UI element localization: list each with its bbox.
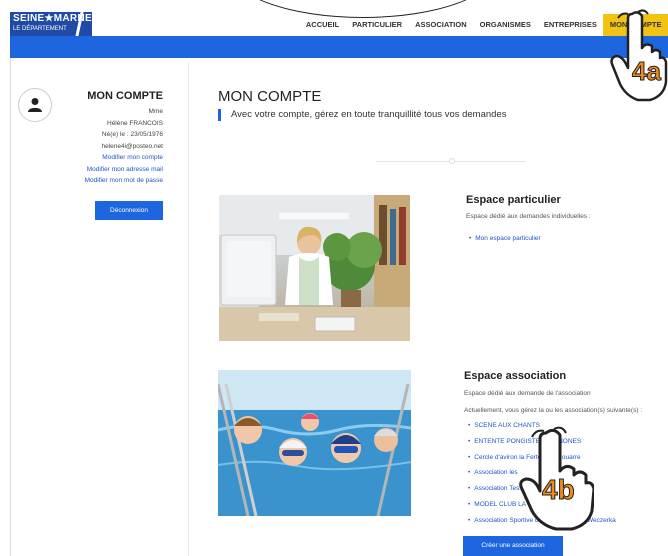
sidebar-title: MON COMPTE: [87, 90, 163, 102]
list-item-mon-espace-particulier[interactable]: Mon espace particulier: [469, 231, 540, 247]
particulier-title: Espace particulier: [466, 194, 561, 206]
page-title: MON COMPTE: [218, 88, 322, 105]
nav-accueil[interactable]: ACCUEIL: [299, 14, 345, 36]
association-desc: Espace dédié aux demande de l'associatio…: [464, 390, 591, 397]
logo-subtitle: LE DÉPARTEMENT: [13, 26, 67, 32]
association-desc-managed: Actuellement, vous gérez la ou les assoc…: [464, 407, 643, 414]
edit-account-link[interactable]: Modifier mon compte: [85, 152, 163, 164]
department-logo[interactable]: SEINE★MARNE LE DÉPARTEMENT: [10, 12, 93, 36]
user-name: Hélène FRANCOIS: [107, 119, 163, 127]
nav-entreprises[interactable]: ENTREPRISES: [537, 14, 603, 36]
nav-association[interactable]: ASSOCIATION: [409, 14, 474, 36]
nav-particulier[interactable]: PARTICULIER: [346, 14, 409, 36]
particulier-list: Mon espace particulier: [469, 231, 540, 247]
particulier-photo: [219, 195, 410, 341]
association-photo: [218, 370, 411, 516]
subtitle-accent: [218, 109, 221, 121]
user-icon: [28, 98, 42, 112]
particulier-desc: Espace dédié aux demandes individuelles …: [466, 213, 591, 220]
create-association-button[interactable]: Créer une association: [463, 536, 563, 556]
edit-password-link[interactable]: Modifier mon mot de passe: [85, 175, 163, 187]
step-badge-4a: 4a: [632, 56, 662, 87]
separator-dot: [449, 158, 455, 164]
avatar: [18, 88, 52, 122]
header-blue-band: [10, 36, 668, 58]
account-details: Mme Hélène FRANCOIS Né(e) le : 23/05/197…: [85, 106, 163, 187]
nav-organismes[interactable]: ORGANISMES: [473, 14, 537, 36]
step-badge-4b: 4b: [542, 474, 576, 506]
birth-date: Né(e) le : 23/05/1976: [101, 131, 163, 138]
edit-email-link[interactable]: Modifier mon adresse mail: [85, 164, 163, 176]
civility: Mme: [148, 108, 163, 115]
user-email: helene4i@posteo.net: [101, 142, 163, 150]
column-divider: [188, 62, 189, 556]
logout-button[interactable]: Déconnexion: [95, 201, 163, 220]
page-subtitle: Avec votre compte, gérez en toute tranqu…: [231, 109, 507, 120]
association-title: Espace association: [464, 370, 567, 382]
